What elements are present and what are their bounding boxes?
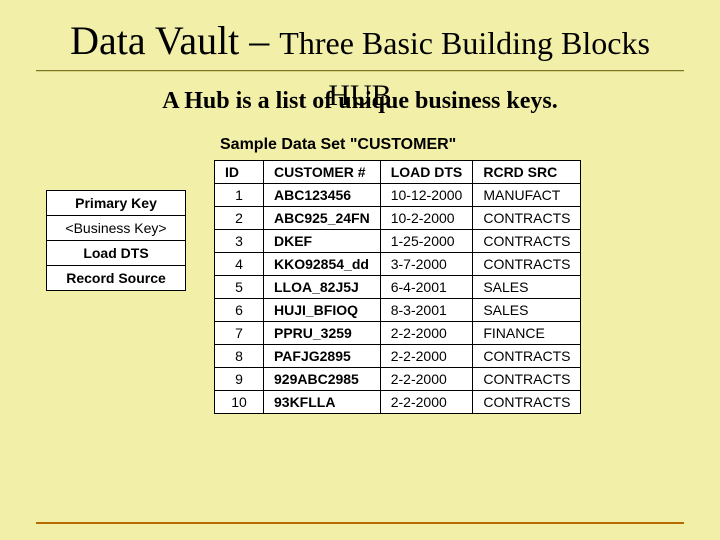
table-row: 1ABC12345610-12-2000MANUFACT <box>215 184 581 207</box>
cell-customer: 929ABC2985 <box>264 368 381 391</box>
cell-id: 3 <box>215 230 264 253</box>
cell-customer: ABC925_24FN <box>264 207 381 230</box>
cell-customer: KKO92854_dd <box>264 253 381 276</box>
col-id: ID <box>215 161 264 184</box>
cell-rcrd-src: CONTRACTS <box>473 368 581 391</box>
slide: Data Vault – Three Basic Building Blocks… <box>0 0 720 540</box>
cell-rcrd-src: CONTRACTS <box>473 391 581 414</box>
cell-load-dts: 8-3-2001 <box>380 299 473 322</box>
cell-id: 7 <box>215 322 264 345</box>
cell-id: 6 <box>215 299 264 322</box>
table-row: 3DKEF1-25-2000CONTRACTS <box>215 230 581 253</box>
cell-rcrd-src: CONTRACTS <box>473 345 581 368</box>
footer-divider <box>36 522 684 524</box>
cell-customer: ABC123456 <box>264 184 381 207</box>
cell-customer: PPRU_3259 <box>264 322 381 345</box>
data-block: Sample Data Set "CUSTOMER" ID CUSTOMER #… <box>214 136 684 414</box>
data-title: Sample Data Set "CUSTOMER" <box>220 136 684 154</box>
cell-id: 9 <box>215 368 264 391</box>
cell-rcrd-src: CONTRACTS <box>473 207 581 230</box>
cell-rcrd-src: SALES <box>473 276 581 299</box>
legend-row-primary-key: Primary Key <box>47 191 186 216</box>
title-part2: Three Basic Building Blocks <box>279 25 650 61</box>
title-dash: – <box>239 18 279 63</box>
cell-customer: PAFJG2895 <box>264 345 381 368</box>
cell-id: 5 <box>215 276 264 299</box>
table-row: 5LLOA_82J5J6-4-2001SALES <box>215 276 581 299</box>
cell-rcrd-src: SALES <box>473 299 581 322</box>
cell-customer: DKEF <box>264 230 381 253</box>
legend-row-business-key: <Business Key> <box>47 216 186 241</box>
table-row: 1093KFLLA2-2-2000CONTRACTS <box>215 391 581 414</box>
cell-id: 4 <box>215 253 264 276</box>
data-table: ID CUSTOMER # LOAD DTS RCRD SRC 1ABC1234… <box>214 160 581 414</box>
cell-customer: HUJI_BFIOQ <box>264 299 381 322</box>
data-table-body: 1ABC12345610-12-2000MANUFACT 2ABC925_24F… <box>215 184 581 414</box>
slide-title: Data Vault – Three Basic Building Blocks <box>36 18 684 64</box>
content-area: Primary Key <Business Key> Load DTS Reco… <box>36 136 684 414</box>
table-row: 2ABC925_24FN10-2-2000CONTRACTS <box>215 207 581 230</box>
table-header-row: ID CUSTOMER # LOAD DTS RCRD SRC <box>215 161 581 184</box>
cell-load-dts: 2-2-2000 <box>380 368 473 391</box>
hub-description: A Hub is a list of unique business keys. <box>162 88 557 115</box>
cell-id: 2 <box>215 207 264 230</box>
cell-rcrd-src: FINANCE <box>473 322 581 345</box>
cell-rcrd-src: CONTRACTS <box>473 253 581 276</box>
cell-load-dts: 10-12-2000 <box>380 184 473 207</box>
legend-row-load-dts: Load DTS <box>47 241 186 266</box>
cell-load-dts: 1-25-2000 <box>380 230 473 253</box>
cell-customer: LLOA_82J5J <box>264 276 381 299</box>
cell-load-dts: 6-4-2001 <box>380 276 473 299</box>
cell-id: 1 <box>215 184 264 207</box>
cell-id: 10 <box>215 391 264 414</box>
legend-box: Primary Key <Business Key> Load DTS Reco… <box>46 190 186 291</box>
table-row: 4KKO92854_dd3-7-2000CONTRACTS <box>215 253 581 276</box>
table-row: 6HUJI_BFIOQ8-3-2001SALES <box>215 299 581 322</box>
cell-rcrd-src: MANUFACT <box>473 184 581 207</box>
title-divider <box>36 70 684 72</box>
cell-id: 8 <box>215 345 264 368</box>
cell-load-dts: 2-2-2000 <box>380 345 473 368</box>
col-rcrd-src: RCRD SRC <box>473 161 581 184</box>
subtitle: HUB A Hub is a list of unique business k… <box>36 82 684 118</box>
cell-load-dts: 3-7-2000 <box>380 253 473 276</box>
table-row: 7PPRU_32592-2-2000FINANCE <box>215 322 581 345</box>
title-part1: Data Vault <box>70 18 239 63</box>
cell-rcrd-src: CONTRACTS <box>473 230 581 253</box>
legend-table: Primary Key <Business Key> Load DTS Reco… <box>46 190 186 291</box>
col-customer: CUSTOMER # <box>264 161 381 184</box>
col-load-dts: LOAD DTS <box>380 161 473 184</box>
cell-load-dts: 10-2-2000 <box>380 207 473 230</box>
cell-load-dts: 2-2-2000 <box>380 391 473 414</box>
legend-row-record-source: Record Source <box>47 266 186 291</box>
table-row: 8PAFJG28952-2-2000CONTRACTS <box>215 345 581 368</box>
cell-load-dts: 2-2-2000 <box>380 322 473 345</box>
cell-customer: 93KFLLA <box>264 391 381 414</box>
table-row: 9929ABC29852-2-2000CONTRACTS <box>215 368 581 391</box>
